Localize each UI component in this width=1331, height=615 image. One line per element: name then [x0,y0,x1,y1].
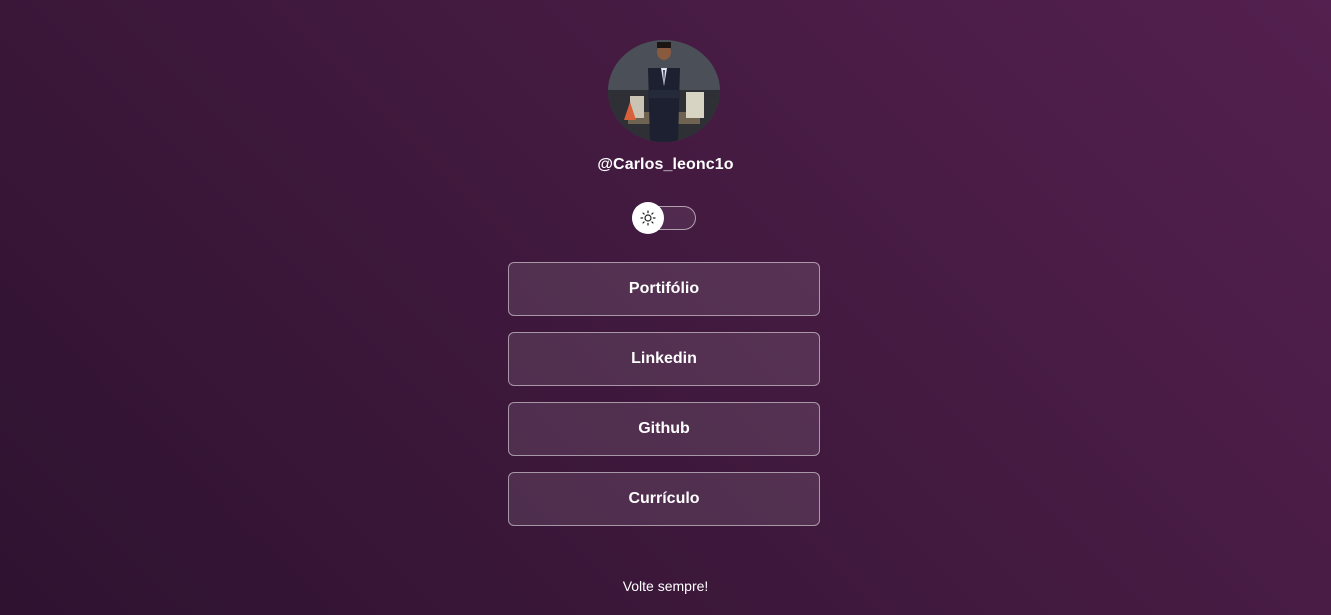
page: @Carlos_leonc1o Portifólio Linkedin Gith… [0,0,1331,615]
footer-text: Volte sempre! [622,578,709,594]
linkedin-button[interactable]: Linkedin [508,332,820,386]
avatar-photo [608,40,720,142]
curriculo-button[interactable]: Currículo [508,472,820,526]
username: @Carlos_leonc1o [597,156,734,173]
github-button[interactable]: Github [508,402,820,456]
avatar [608,40,720,142]
links-list: Portifólio Linkedin Github Currículo [508,262,820,542]
theme-toggle[interactable] [632,202,696,234]
sun-icon [640,210,656,226]
portfolio-button[interactable]: Portifólio [508,262,820,316]
theme-toggle-knob[interactable] [632,202,664,234]
